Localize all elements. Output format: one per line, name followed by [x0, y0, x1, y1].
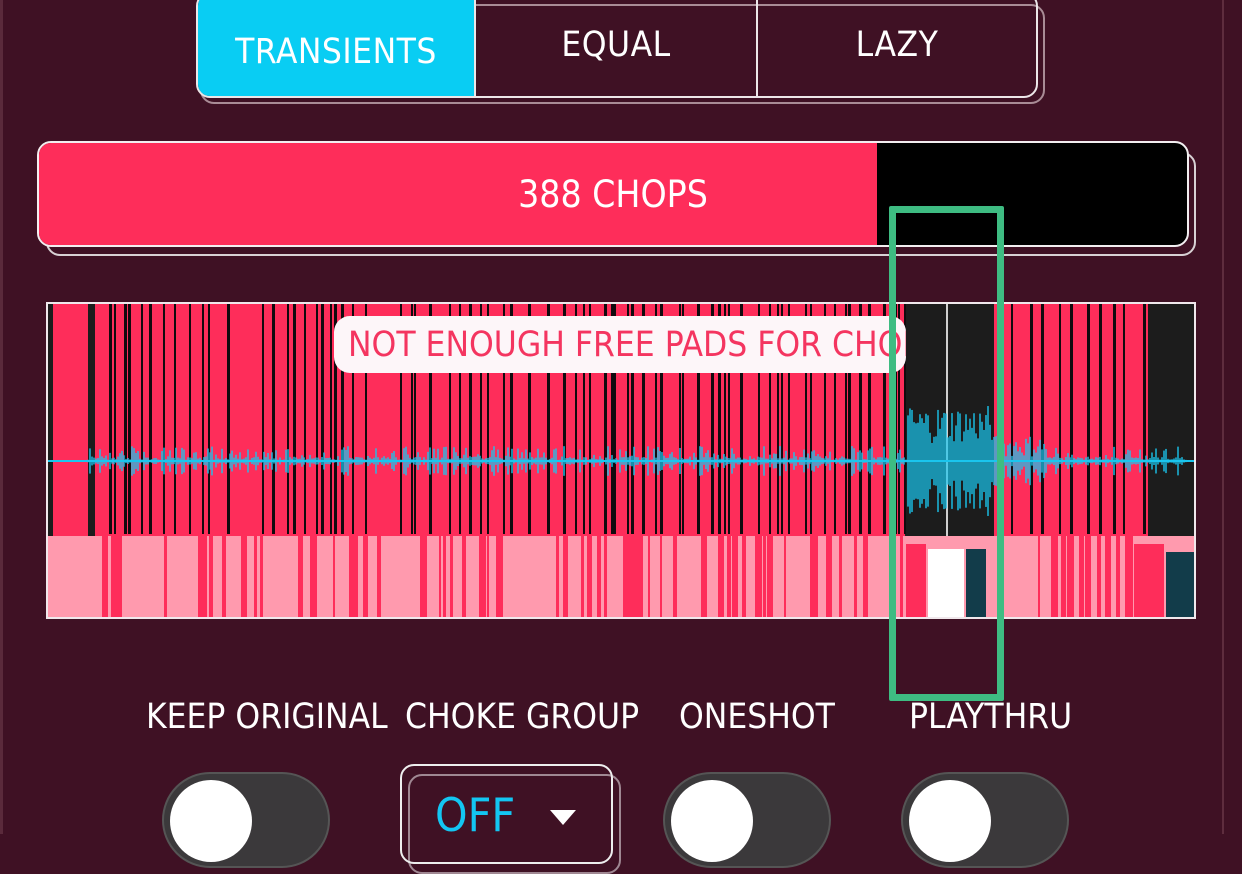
chop-mode-selector: TRANSIENTS EQUAL LAZY — [196, 0, 1038, 98]
chops-count-label: 388 CHOPS — [518, 172, 708, 216]
selection-highlight — [889, 206, 1004, 701]
keep-original-label: KEEP ORIGINAL — [146, 697, 388, 737]
mode-lazy-button[interactable]: LAZY — [756, 0, 1036, 96]
oneshot-label: ONESHOT — [679, 697, 835, 737]
playthru-toggle[interactable] — [901, 772, 1069, 868]
toggle-knob — [170, 780, 252, 862]
oneshot-toggle[interactable] — [663, 772, 831, 868]
chops-progress-bar[interactable]: 388 CHOPS — [37, 141, 1189, 247]
right-edge — [1222, 0, 1224, 834]
left-edge — [0, 0, 3, 834]
mode-equal-button[interactable]: EQUAL — [474, 0, 756, 96]
keep-original-toggle[interactable] — [162, 772, 330, 868]
playthru-label: PLAYTHRU — [909, 697, 1073, 737]
choke-group-label: CHOKE GROUP — [405, 697, 640, 737]
mode-transients-button[interactable]: TRANSIENTS — [198, 0, 474, 96]
toggle-knob — [909, 780, 991, 862]
warning-toast: NOT ENOUGH FREE PADS FOR CHOP — [334, 316, 906, 373]
toggle-knob — [671, 780, 753, 862]
choke-group-dropdown[interactable]: OFF — [400, 764, 613, 864]
chevron-down-icon — [550, 810, 576, 825]
